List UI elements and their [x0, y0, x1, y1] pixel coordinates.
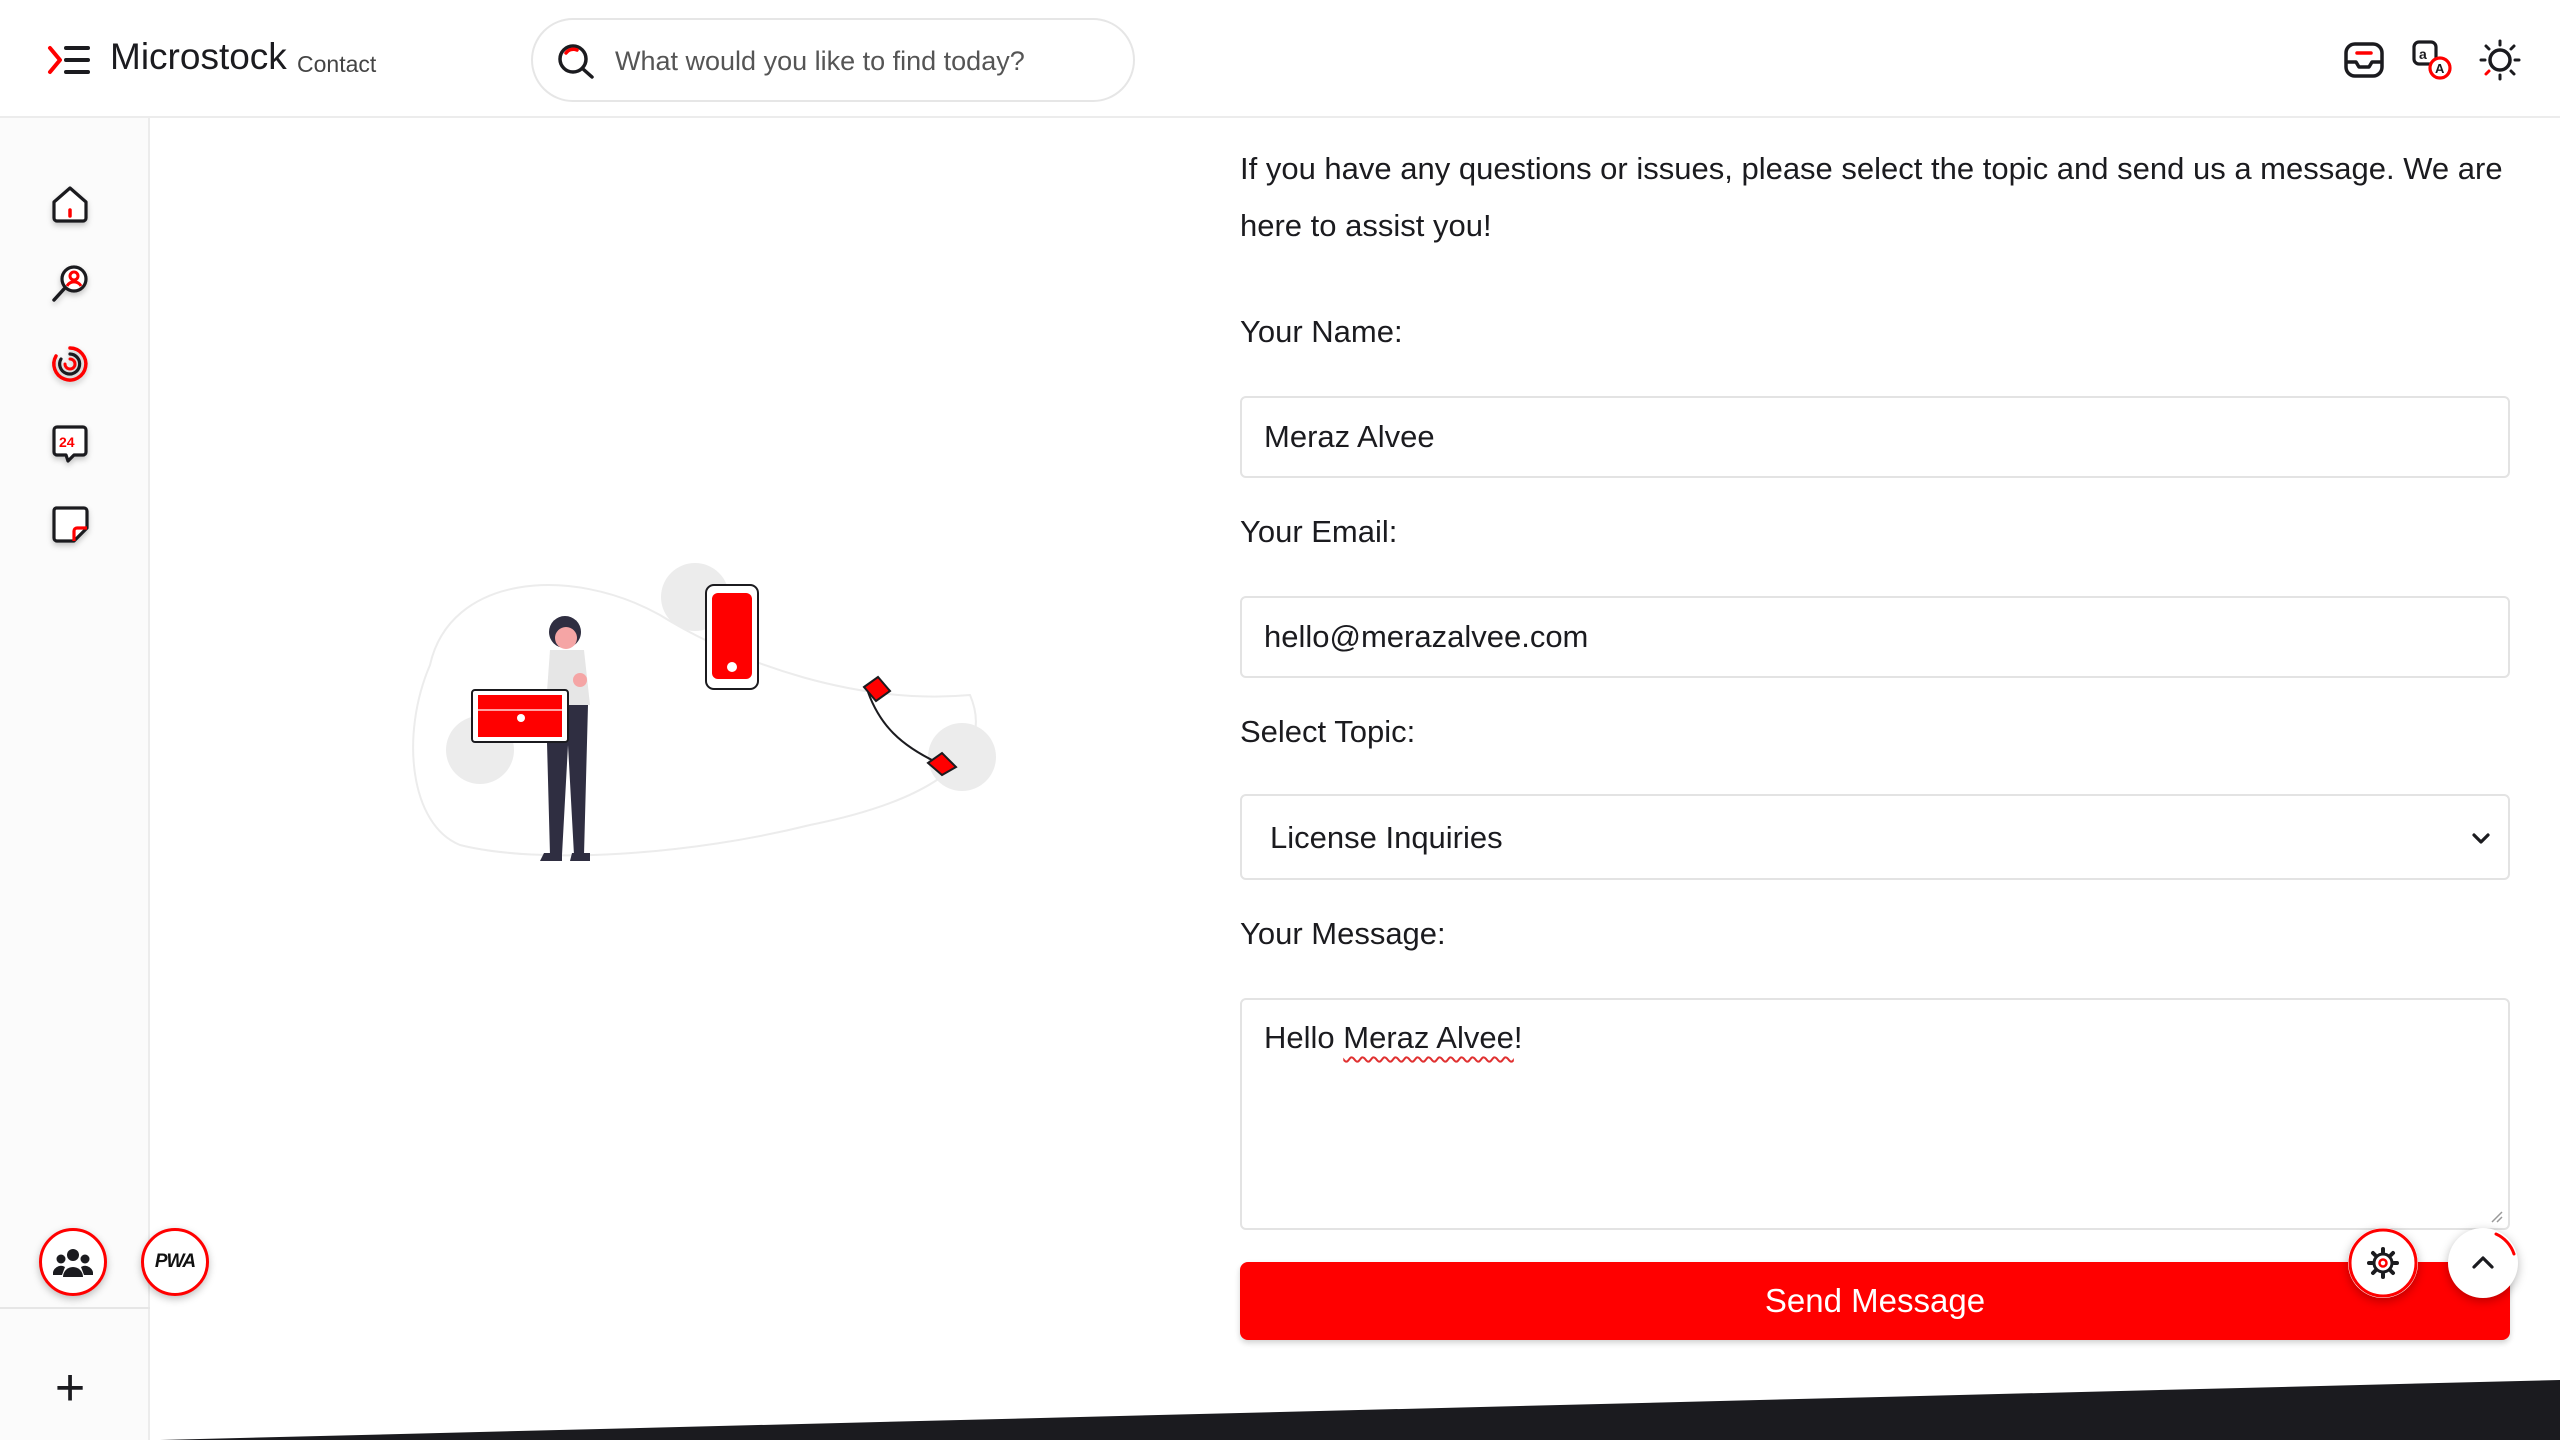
svg-text:24: 24 [59, 434, 75, 450]
pwa-label: PWA [154, 1251, 196, 1272]
topic-label: Select Topic: [1240, 714, 1416, 749]
support-24-icon[interactable]: 24 [48, 422, 92, 466]
email-label: Your Email: [1240, 514, 1398, 549]
intro-text: If you have any questions or issues, ple… [1240, 151, 2503, 243]
message-textarea[interactable]: Hello Meraz Alvee! [1240, 998, 2510, 1230]
search-person-icon[interactable] [48, 262, 92, 306]
home-icon[interactable] [48, 182, 92, 226]
search-input[interactable] [613, 36, 1117, 86]
message-label: Your Message: [1240, 916, 1446, 951]
send-message-button[interactable]: Send Message [1240, 1262, 2510, 1340]
chevron-down-icon [2472, 833, 2490, 844]
page-label: Contact [297, 51, 377, 77]
loading-spiral-icon[interactable] [48, 342, 92, 386]
pwa-install-button[interactable]: PWA [141, 1228, 209, 1296]
name-field[interactable] [1240, 396, 2510, 478]
top-header: Microstock Contact a A [0, 0, 2560, 118]
settings-button[interactable] [2348, 1228, 2418, 1298]
menu-toggle-icon[interactable] [46, 40, 94, 80]
community-icon [53, 1249, 93, 1277]
sticky-note-icon[interactable] [48, 502, 92, 546]
message-greeting: Hello [1264, 1020, 1344, 1055]
name-label: Your Name: [1240, 314, 1403, 349]
scroll-to-top-button[interactable] [2448, 1228, 2518, 1298]
resize-handle-icon[interactable] [2488, 1208, 2504, 1224]
message-name: Meraz Alvee [1343, 1020, 1514, 1055]
svg-text:A: A [2435, 61, 2445, 76]
contact-illustration [390, 555, 1010, 875]
footer-band [160, 1380, 2560, 1440]
sidebar-divider [0, 1307, 150, 1309]
search-icon[interactable] [555, 40, 597, 82]
community-button[interactable] [39, 1228, 107, 1296]
translate-icon[interactable]: a A [2410, 38, 2454, 82]
topic-select[interactable]: License Inquiries [1240, 794, 2510, 880]
brand-name[interactable]: Microstock [110, 36, 287, 78]
gear-icon [2367, 1247, 2399, 1279]
message-punct: ! [1513, 1020, 1523, 1055]
topic-selected-value: License Inquiries [1270, 820, 1503, 855]
email-field[interactable] [1240, 596, 2510, 678]
inbox-icon[interactable] [2342, 38, 2386, 82]
svg-text:a: a [2419, 46, 2427, 62]
chevron-up-icon [2472, 1256, 2494, 1269]
message-content: Hello Meraz Alvee! [1264, 1020, 1522, 1056]
sun-icon[interactable] [2478, 38, 2522, 82]
search-bar [531, 18, 1135, 102]
